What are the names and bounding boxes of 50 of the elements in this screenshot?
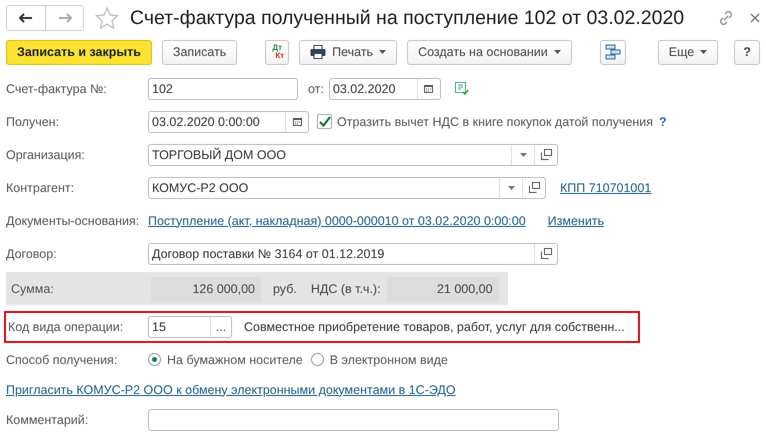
caret-icon	[379, 50, 386, 54]
checkbox-label[interactable]: Отразить вычет НДС в книге покупок датой получения	[337, 114, 653, 128]
star-icon[interactable]	[95, 6, 119, 30]
field-label: Способ получения:	[6, 352, 118, 366]
radio-label[interactable]: На бумажном носителе	[167, 352, 303, 366]
radio-button[interactable]	[310, 353, 324, 366]
amount-field: 126 000,00	[151, 276, 261, 300]
kpp-link[interactable]: КПП 710701001	[560, 180, 652, 194]
link-icon[interactable]	[718, 10, 734, 26]
back-arrow-icon	[19, 13, 33, 23]
field-label: Контрагент:	[6, 180, 76, 194]
field-label: Код вида операции:	[8, 320, 124, 334]
printer-icon	[310, 45, 326, 59]
radio-button[interactable]	[148, 353, 161, 366]
change-link[interactable]: Изменить	[548, 214, 604, 228]
field-label: Счет-фактура №:	[6, 82, 108, 96]
comment-field[interactable]	[148, 408, 559, 430]
field-label: Договор:	[6, 246, 58, 260]
window-title: Счет-фактура полученный на поступление 102 от 03.02.2020	[130, 6, 686, 30]
close-icon[interactable]	[750, 13, 760, 23]
field-label: Сумма:	[11, 282, 55, 296]
checkmark-icon	[318, 116, 330, 127]
print-button[interactable]: Печать	[299, 40, 398, 64]
operation-description: Совместное приобретение товаров, работ, услуг для собственн...	[244, 320, 625, 334]
caret-icon	[700, 50, 708, 54]
checkbox[interactable]	[317, 114, 332, 129]
field-label: Документы-основания:	[6, 214, 140, 228]
field-label: Получен:	[6, 114, 60, 128]
help-button[interactable]: ?	[734, 40, 760, 64]
vat-amount-field: 21 000,00	[386, 276, 499, 300]
caret-icon	[554, 50, 561, 54]
field-label: Комментарий:	[6, 412, 90, 426]
save-button[interactable]: Записать	[162, 40, 238, 64]
hierarchy-icon	[604, 44, 621, 60]
invoice-number-field[interactable]: 102	[148, 78, 298, 100]
base-document-link[interactable]: Поступление (акт, накладная) 0000-000010 от 03.02.2020 0:00:00	[148, 214, 526, 228]
field-label: Организация:	[6, 148, 86, 162]
menu-button[interactable]: Создать на основании	[407, 40, 572, 64]
structure-button[interactable]	[600, 40, 626, 64]
debit-credit-button[interactable]: Дт Кт	[265, 40, 290, 64]
forward-arrow-icon	[58, 13, 72, 23]
menu-button[interactable]: Еще	[658, 40, 718, 64]
radio-label[interactable]: В электронном виде	[330, 352, 448, 366]
save-and-close-button[interactable]: Записать и закрыть	[6, 40, 152, 64]
currency-label: руб.	[273, 282, 297, 296]
field-label: от:	[308, 82, 324, 96]
help-link[interactable]: ?	[659, 114, 667, 128]
document-check-icon[interactable]	[454, 82, 469, 95]
invite-link[interactable]: Пригласить КОМУС-Р2 ООО к обмену электронными документами в 1С-ЭДО	[6, 382, 456, 396]
field-label: НДС (в т.ч.):	[310, 282, 381, 296]
